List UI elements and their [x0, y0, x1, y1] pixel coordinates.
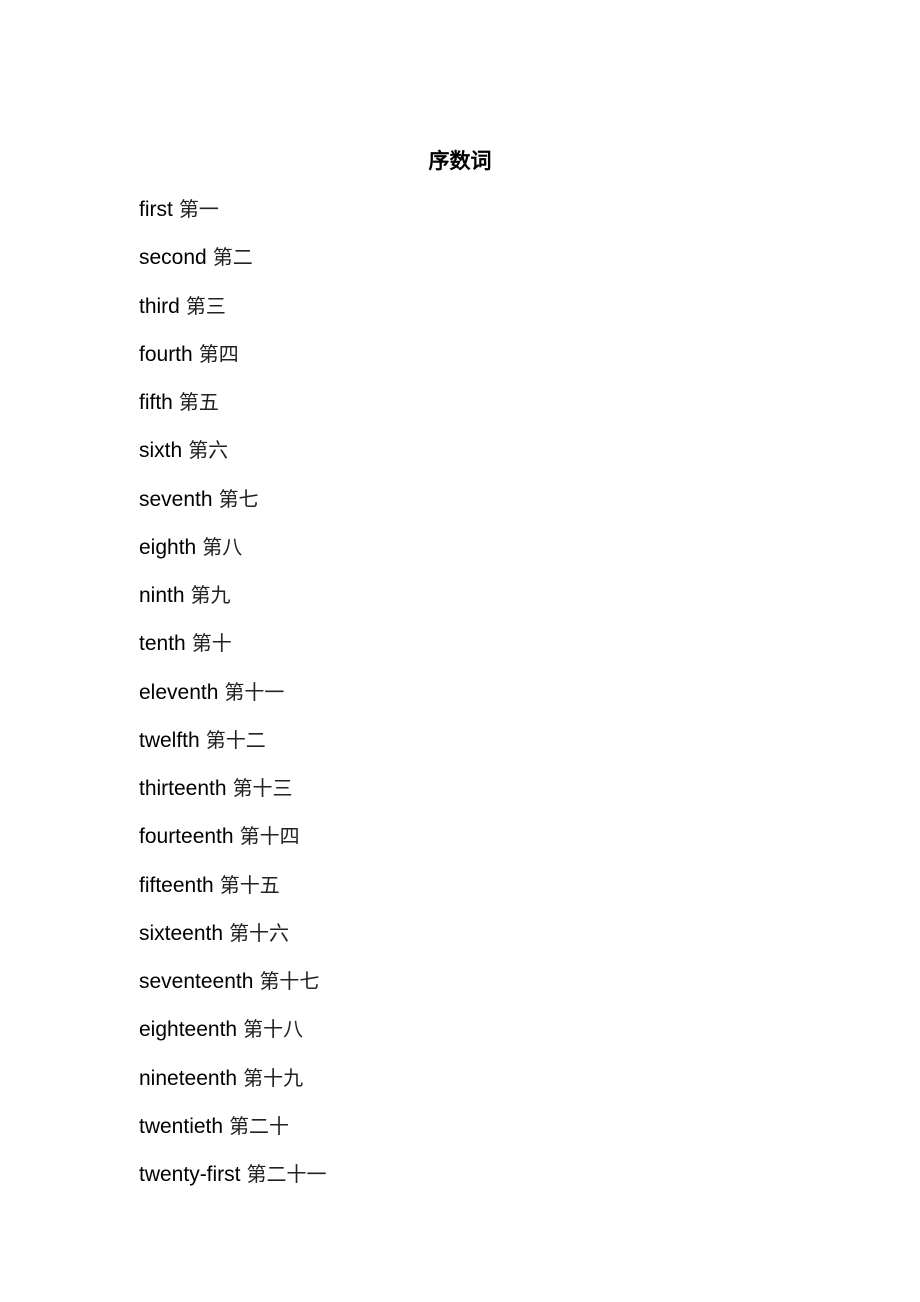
english-word: eighteenth [139, 1018, 238, 1042]
english-word: sixth [139, 439, 183, 463]
list-item: twentieth 第二十 [139, 1111, 327, 1159]
english-word: eleventh [139, 680, 219, 704]
document-page: 序数词 first 第一 second 第二 third 第三 fourth 第四 fi… [0, 0, 920, 1302]
document-title: 序数词 [428, 149, 492, 173]
chinese-word: 第十五 [219, 872, 280, 897]
english-word: fifth [139, 391, 173, 414]
list-item: thirteenth 第十三 [139, 773, 327, 821]
english-word: seventh [139, 487, 213, 511]
english-word: nineteenth [139, 1066, 238, 1090]
chinese-word: 第十三 [232, 776, 293, 800]
english-word: ninth [139, 584, 185, 607]
chinese-word: 第一 [178, 197, 219, 221]
english-word: thirteenth [139, 777, 227, 800]
list-item: seventh 第七 [139, 484, 327, 532]
list-item: fifteenth 第十五 [139, 870, 327, 918]
english-word: third [139, 294, 180, 318]
chinese-word: 第十六 [229, 920, 290, 945]
list-item: sixteenth 第十六 [139, 918, 327, 966]
list-item: eighth 第八 [139, 532, 327, 580]
english-word: eighth [139, 535, 197, 559]
list-item: twenty-first 第二十一 [139, 1159, 327, 1207]
english-word: fifteenth [139, 873, 214, 897]
chinese-word: 第六 [188, 438, 229, 463]
chinese-word: 第二十 [229, 1113, 290, 1138]
chinese-word: 第十四 [239, 824, 300, 849]
chinese-word: 第九 [190, 583, 231, 607]
list-item: twelfth 第十二 [139, 725, 327, 773]
english-word: first [139, 198, 173, 221]
list-item: ninth 第九 [139, 580, 327, 628]
list-item: seventeenth 第十七 [139, 966, 327, 1014]
list-item: tenth 第十 [139, 628, 327, 676]
chinese-word: 第二 [212, 245, 253, 270]
list-item: fifth 第五 [139, 387, 327, 435]
chinese-word: 第十一 [224, 679, 285, 704]
english-word: tenth [139, 632, 186, 656]
english-word: fourth [139, 342, 193, 366]
english-word: sixteenth [139, 921, 224, 945]
english-word: second [139, 246, 207, 270]
list-item: nineteenth 第十九 [139, 1063, 327, 1111]
chinese-word: 第八 [202, 534, 243, 559]
list-item: fourteenth 第十四 [139, 821, 327, 869]
english-word: twelfth [139, 728, 200, 752]
chinese-word: 第七 [218, 486, 259, 511]
english-word: fourteenth [139, 825, 234, 849]
chinese-word: 第五 [178, 390, 219, 414]
list-item: sixth 第六 [139, 435, 327, 483]
chinese-word: 第十九 [243, 1065, 304, 1090]
chinese-word: 第三 [185, 293, 226, 318]
chinese-word: 第十 [191, 631, 232, 656]
english-word: twentieth [139, 1114, 224, 1138]
list-item: second 第二 [139, 242, 327, 290]
chinese-word: 第四 [198, 341, 239, 366]
chinese-word: 第二十一 [246, 1162, 327, 1186]
english-word: twenty-first [139, 1163, 241, 1186]
list-item: eleventh 第十一 [139, 677, 327, 725]
list-item: eighteenth 第十八 [139, 1014, 327, 1062]
english-word: seventeenth [139, 970, 254, 993]
chinese-word: 第十八 [243, 1017, 304, 1042]
list-item: third 第三 [139, 291, 327, 339]
list-item: fourth 第四 [139, 339, 327, 387]
ordinal-list: first 第一 second 第二 third 第三 fourth 第四 fifth 第… [139, 194, 327, 1207]
list-item: first 第一 [139, 194, 327, 242]
chinese-word: 第十二 [205, 727, 266, 752]
chinese-word: 第十七 [259, 969, 320, 993]
